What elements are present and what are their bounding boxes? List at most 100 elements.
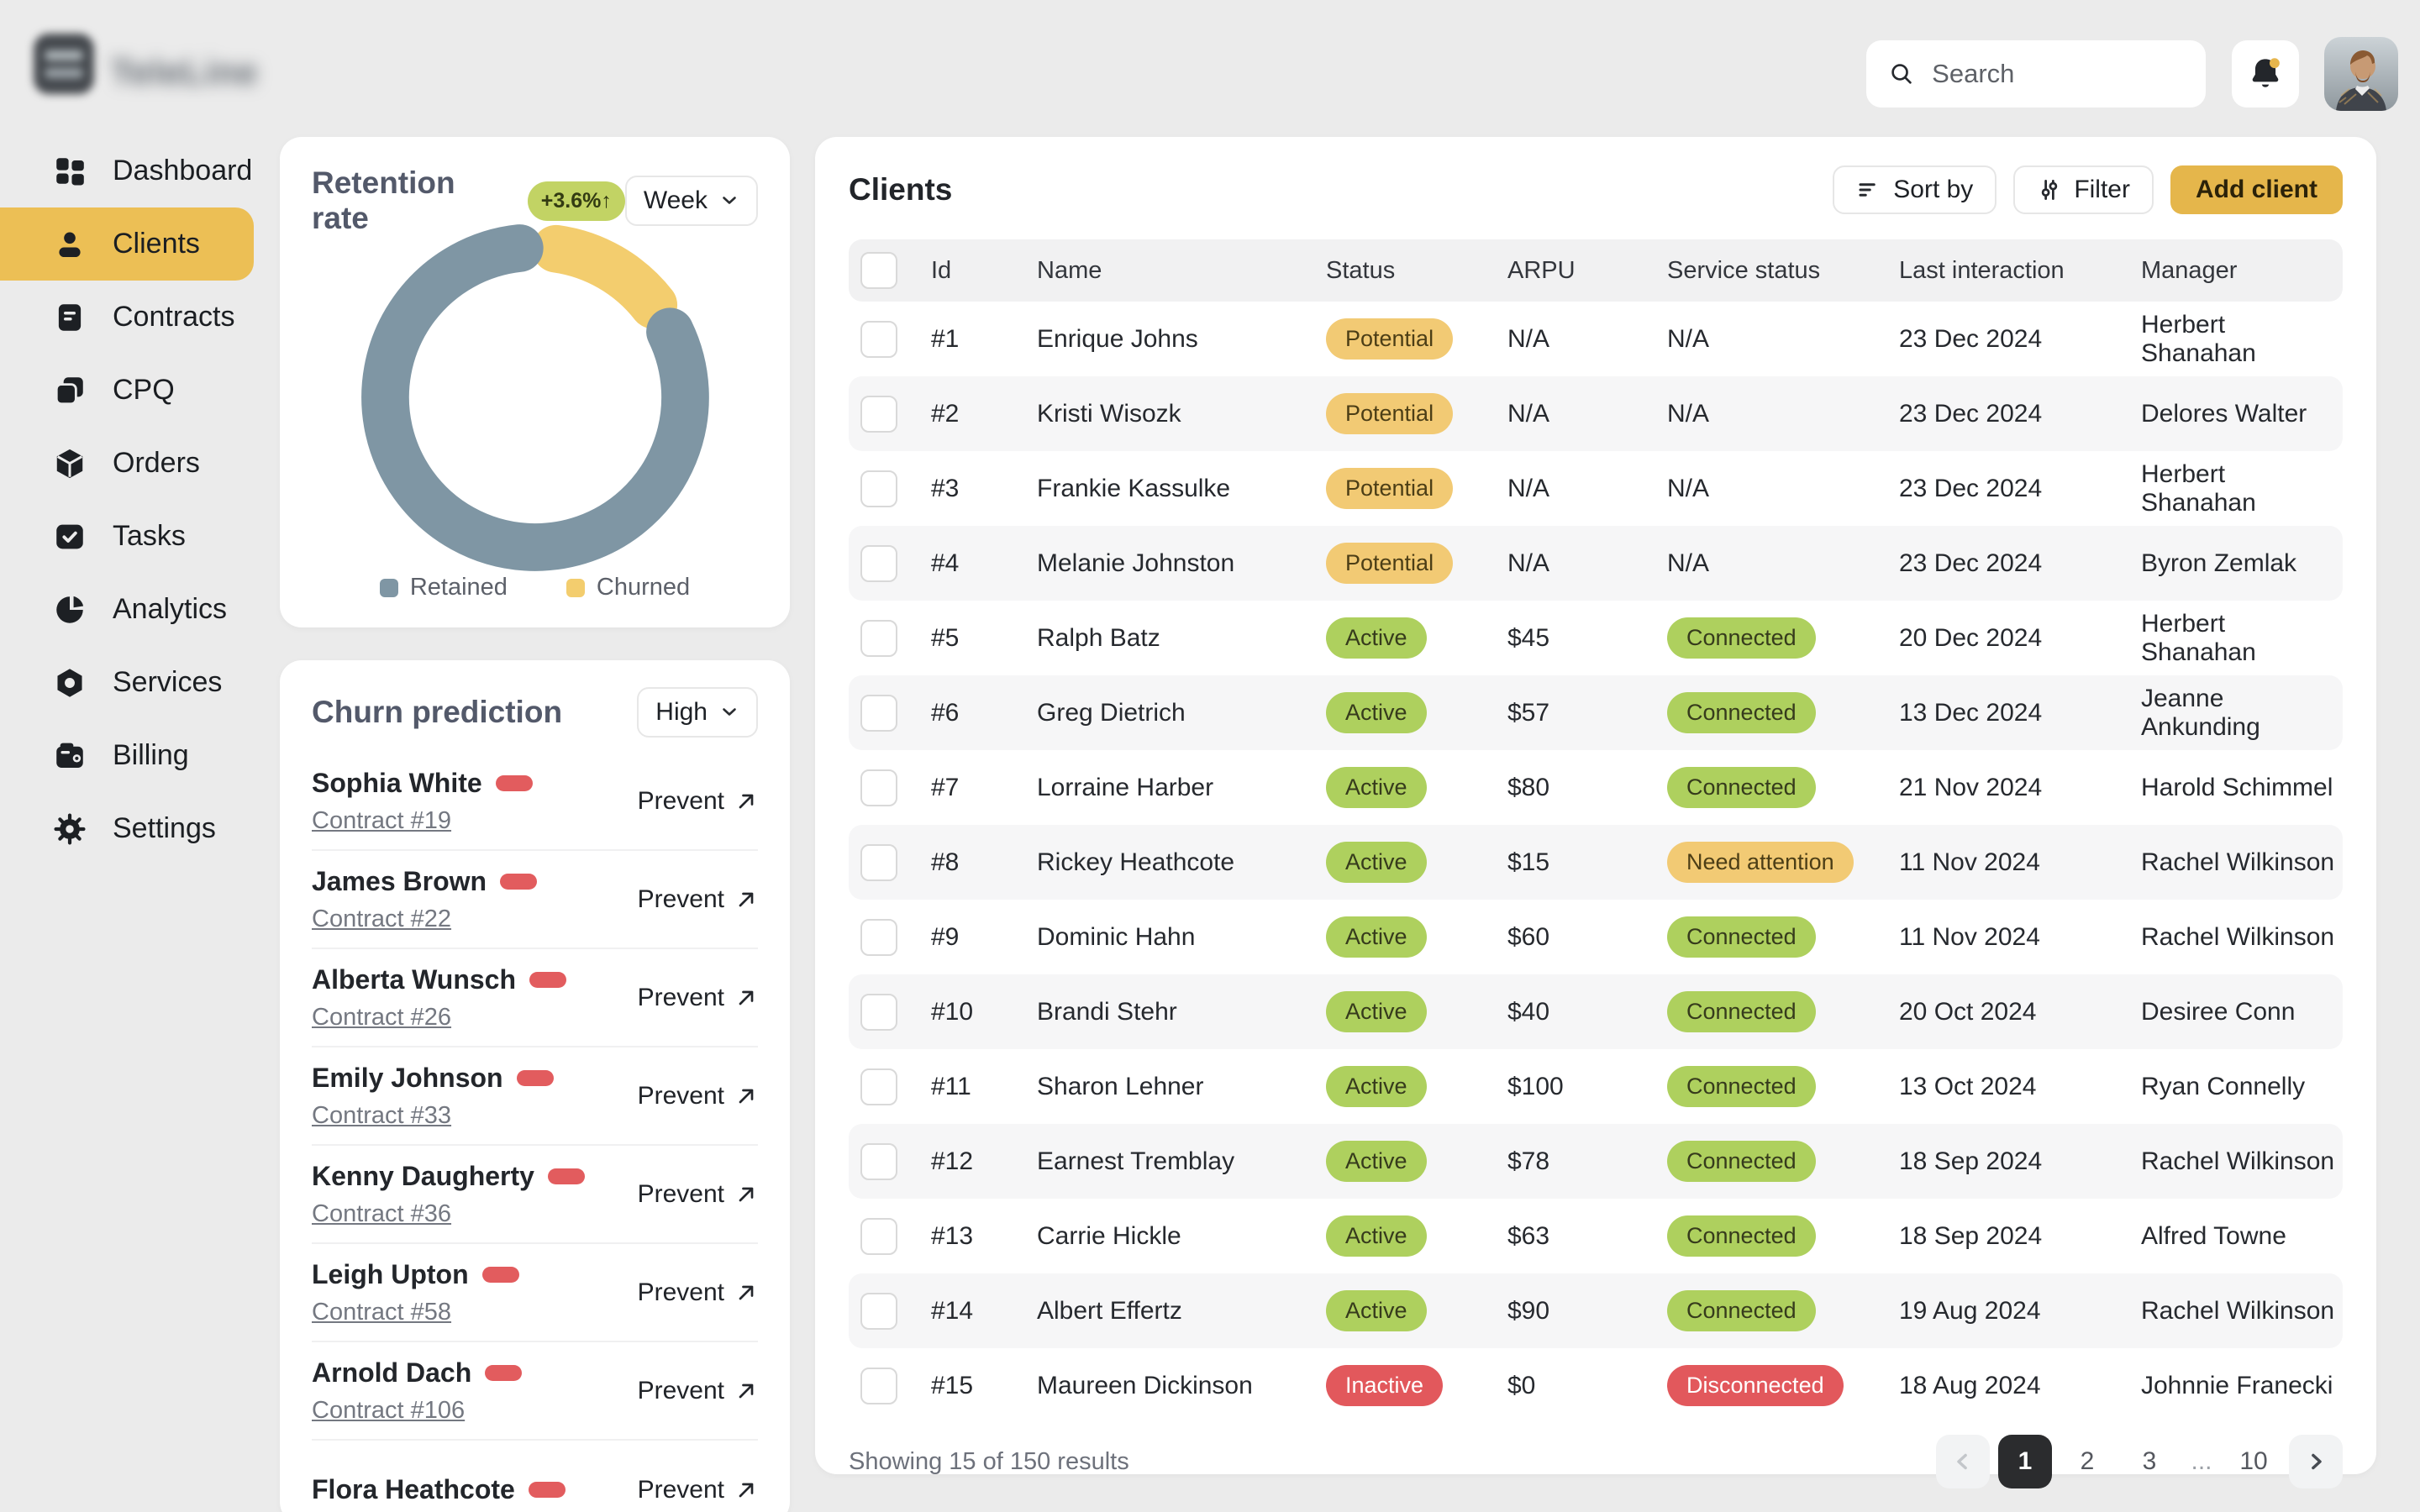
row-checkbox[interactable] bbox=[860, 769, 897, 806]
service-status-badge: Connected bbox=[1667, 692, 1816, 733]
sort-by-button[interactable]: Sort by bbox=[1833, 165, 1996, 214]
last-interaction: 23 Dec 2024 bbox=[1891, 549, 2133, 578]
pagination-next-button[interactable] bbox=[2289, 1435, 2343, 1488]
client-manager: Rachel Wilkinson bbox=[2133, 1147, 2343, 1176]
churn-level-select[interactable]: High bbox=[637, 687, 758, 738]
contract-link[interactable]: Contract #33 bbox=[312, 1102, 451, 1130]
status-badge: Active bbox=[1326, 1290, 1427, 1331]
search-input[interactable] bbox=[1930, 58, 2184, 90]
client-manager: Herbert Shanahan bbox=[2133, 311, 2343, 368]
prevent-link[interactable]: Prevent bbox=[638, 1082, 758, 1110]
retention-period-select[interactable]: Week bbox=[625, 176, 758, 226]
client-arpu: N/A bbox=[1499, 400, 1659, 428]
prevent-link[interactable]: Prevent bbox=[638, 1278, 758, 1307]
search-box[interactable] bbox=[1866, 40, 2206, 108]
row-checkbox[interactable] bbox=[860, 321, 897, 358]
risk-pill bbox=[529, 1482, 566, 1498]
client-arpu: $100 bbox=[1499, 1073, 1659, 1101]
prevent-label: Prevent bbox=[638, 787, 724, 816]
sidebar-item-tasks[interactable]: Tasks bbox=[0, 500, 254, 573]
prevent-link[interactable]: Prevent bbox=[638, 885, 758, 914]
pagination-page-1[interactable]: 1 bbox=[1998, 1435, 2052, 1488]
add-client-button[interactable]: Add client bbox=[2170, 165, 2343, 214]
row-checkbox[interactable] bbox=[860, 919, 897, 956]
client-arpu: $15 bbox=[1499, 848, 1659, 877]
arrow-up-right-icon bbox=[734, 986, 758, 1010]
churn-title: Churn prediction bbox=[312, 695, 562, 730]
sidebar-item-label: Analytics bbox=[113, 593, 227, 626]
row-checkbox[interactable] bbox=[860, 470, 897, 507]
prevent-link[interactable]: Prevent bbox=[638, 984, 758, 1012]
contract-link[interactable]: Contract #22 bbox=[312, 906, 451, 933]
select-all-checkbox[interactable] bbox=[860, 252, 897, 289]
sidebar-item-services[interactable]: Services bbox=[0, 646, 254, 719]
column-header-status: Status bbox=[1318, 257, 1499, 285]
status-badge: Active bbox=[1326, 1215, 1427, 1257]
prevent-link[interactable]: Prevent bbox=[638, 787, 758, 816]
sidebar-item-contracts[interactable]: Contracts bbox=[0, 281, 254, 354]
client-arpu: N/A bbox=[1499, 475, 1659, 503]
client-arpu: $0 bbox=[1499, 1372, 1659, 1400]
sidebar-item-label: Dashboard bbox=[113, 155, 252, 187]
row-checkbox[interactable] bbox=[860, 1143, 897, 1180]
row-checkbox[interactable] bbox=[860, 695, 897, 732]
prevent-link[interactable]: Prevent bbox=[638, 1476, 758, 1504]
app-logo-text: TeleLine bbox=[111, 52, 258, 92]
arrow-up-right-icon bbox=[734, 1281, 758, 1305]
client-row: #5 Ralph Batz Active $45 Connected 20 De… bbox=[849, 601, 2343, 675]
sidebar-item-cpq[interactable]: CPQ bbox=[0, 354, 254, 427]
sidebar-item-settings[interactable]: Settings bbox=[0, 792, 254, 865]
sidebar-item-clients[interactable]: Clients bbox=[0, 207, 254, 281]
user-avatar[interactable] bbox=[2324, 37, 2398, 111]
notifications-button[interactable] bbox=[2232, 40, 2299, 108]
prevent-label: Prevent bbox=[638, 1180, 724, 1209]
pagination-page-3[interactable]: 3 bbox=[2123, 1435, 2176, 1488]
sidebar-item-billing[interactable]: Billing bbox=[0, 719, 254, 792]
client-id: #12 bbox=[923, 1147, 1028, 1176]
row-checkbox[interactable] bbox=[860, 1218, 897, 1255]
contract-link[interactable]: Contract #58 bbox=[312, 1299, 451, 1326]
prevent-label: Prevent bbox=[638, 885, 724, 914]
sort-by-label: Sort by bbox=[1893, 176, 1973, 204]
row-checkbox[interactable] bbox=[860, 620, 897, 657]
prevent-label: Prevent bbox=[638, 984, 724, 1012]
contract-link[interactable]: Contract #36 bbox=[312, 1200, 451, 1228]
row-checkbox[interactable] bbox=[860, 1293, 897, 1330]
app-logo[interactable] bbox=[34, 34, 94, 94]
sidebar-item-analytics[interactable]: Analytics bbox=[0, 573, 254, 646]
pagination-page-10[interactable]: 10 bbox=[2227, 1435, 2281, 1488]
client-arpu: $60 bbox=[1499, 923, 1659, 952]
status-badge: Potential bbox=[1326, 393, 1453, 434]
contract-link[interactable]: Contract #106 bbox=[312, 1397, 465, 1425]
prevent-link[interactable]: Prevent bbox=[638, 1377, 758, 1405]
row-checkbox[interactable] bbox=[860, 994, 897, 1031]
row-checkbox[interactable] bbox=[860, 1068, 897, 1105]
pagination-prev-button[interactable] bbox=[1936, 1435, 1990, 1488]
client-manager: Herbert Shanahan bbox=[2133, 460, 2343, 517]
status-badge: Potential bbox=[1326, 543, 1453, 584]
row-checkbox[interactable] bbox=[860, 396, 897, 433]
contract-link[interactable]: Contract #26 bbox=[312, 1004, 451, 1032]
client-manager: Jeanne Ankunding bbox=[2133, 685, 2343, 742]
client-manager: Alfred Towne bbox=[2133, 1222, 2343, 1251]
pagination-page-2[interactable]: 2 bbox=[2060, 1435, 2114, 1488]
client-arpu: N/A bbox=[1499, 549, 1659, 578]
sidebar-item-dashboard[interactable]: Dashboard bbox=[0, 134, 254, 207]
row-checkbox[interactable] bbox=[860, 844, 897, 881]
retention-change-badge: +3.6%↑ bbox=[528, 181, 625, 221]
contract-link[interactable]: Contract #19 bbox=[312, 807, 451, 835]
orders-icon bbox=[52, 446, 87, 481]
row-checkbox[interactable] bbox=[860, 545, 897, 582]
sidebar-item-label: Tasks bbox=[113, 520, 186, 553]
churn-client-name: James Brown bbox=[312, 866, 537, 897]
client-arpu: $90 bbox=[1499, 1297, 1659, 1326]
last-interaction: 21 Nov 2024 bbox=[1891, 774, 2133, 802]
prevent-link[interactable]: Prevent bbox=[638, 1180, 758, 1209]
risk-pill bbox=[496, 775, 533, 791]
clients-card: Clients Sort by Filter bbox=[815, 137, 2376, 1474]
row-checkbox[interactable] bbox=[860, 1368, 897, 1404]
client-arpu: $45 bbox=[1499, 624, 1659, 653]
client-row: #9 Dominic Hahn Active $60 Connected 11 … bbox=[849, 900, 2343, 974]
filter-button[interactable]: Filter bbox=[2013, 165, 2154, 214]
sidebar-item-orders[interactable]: Orders bbox=[0, 427, 254, 500]
